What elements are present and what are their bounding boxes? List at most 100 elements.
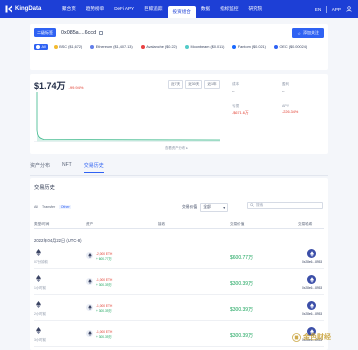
transaction-value: $300.39万 [230,281,254,287]
transaction-hash-link[interactable]: 0x28e6...8953 [302,260,322,264]
apy-label: APY [282,104,290,108]
ethereum-icon [36,327,41,334]
apy-value: -226.34% [282,110,299,114]
search-icon [250,203,254,208]
type-filter[interactable]: All [34,205,38,209]
profit-stat: 盈利 -- [282,82,289,93]
asset-eth-icon [86,330,93,337]
tab[interactable]: NFT [62,162,72,173]
amount-in: + 600.77万 [96,257,112,261]
language-switch[interactable]: EN [315,7,321,12]
chain-filter[interactable]: OEC ($0.00024) [272,44,309,50]
chain-label: Ethereum ($1,407.13) [95,45,133,49]
nav-divider [326,5,327,13]
header-type-time: 类型/时间 [34,222,50,226]
chain-filter[interactable]: Moonbeam ($0.011) [183,44,226,50]
profit-value: -- [282,89,285,93]
cost-value: -- [232,89,235,93]
address-card: 二级标签 0x085a....6ccd ☆ 添加关注 All BSC ($1,67… [30,24,328,70]
transaction-hash-link[interactable]: 0x28e6...8953 [302,286,322,290]
chain-icon [53,45,58,49]
copy-icon[interactable] [99,30,104,35]
transaction-hash-link[interactable]: 0x28e6...8953 [302,312,322,316]
amount-in: + 300.39万 [96,283,112,287]
range-button[interactable]: 近1年 [204,80,220,89]
value-select-text: 全部 [203,205,211,209]
logo-text: KingData [15,6,42,12]
chain-icon [140,45,145,49]
row-time: 1小时前 [34,286,47,290]
chart-area [37,92,220,142]
chain-label: OEC ($0.00024) [279,45,308,49]
chain-filter[interactable]: Avalanche ($0.22) [139,44,179,50]
loss-label: 亏损 [232,104,240,108]
nav-menu: 聚合页 趋势榜单 DeFi APY 巨鲸追踪 投资组合 数据 指标监控 研究院 [57,0,267,18]
table-row[interactable]: 2小时前 -1,000 ETH + 300.39万 $300.39万 0x28e6...… [34,298,324,320]
table-row[interactable]: 07分钟前 -2,000 ETH + 600.77万 $600.77万 0x28e6..… [34,246,324,268]
loss-stat: 亏损 -$671.6万 [232,104,249,116]
tabs-divider [30,175,328,176]
table-row[interactable]: 3小时前 -1,000 ETH + 300.39万 $300.39万 0x28e6...… [34,324,324,346]
chain-filter[interactable]: BSC ($1,672) [52,44,85,50]
row-divider [34,345,324,346]
cost-label: 成本 [232,82,240,86]
nav-item[interactable]: 巨鲸追踪 [139,0,167,18]
asset-eth-icon [86,304,93,311]
type-filter[interactable]: Transfer [42,205,55,209]
range-button[interactable]: 近7天 [168,80,184,89]
asset-eth-icon [86,278,93,285]
header-value: 交易价值 [230,222,245,226]
chain-filter[interactable]: Ethereum ($1,407.13) [88,44,134,50]
amount-in: + 300.39万 [96,335,112,339]
type-filter[interactable]: Other [59,205,72,209]
asset-distribution-link[interactable]: 查看资产分布 ▸ [165,145,188,150]
top-nav: KingData 聚合页 趋势榜单 DeFi APY 巨鲸追踪 投资组合 数据 指标监控 研究… [0,0,358,18]
follow-button[interactable]: ☆ 添加关注 [292,28,324,38]
row-divider [34,267,324,268]
chain-icon [232,45,237,49]
chain-filter-list: All BSC ($1,672) Ethereum ($1,407.13) Avala… [34,44,324,50]
section-tabs: 资产分布 NFT 交易历史 [30,162,104,173]
row-time: 2小时前 [34,312,47,316]
chain-label: BSC ($1,672) [59,45,83,49]
nav-item[interactable]: DeFi APY [109,0,139,18]
chain-filter[interactable]: All [34,44,48,50]
row-time: 07分钟前 [34,260,48,264]
nav-item[interactable]: 研究院 [243,0,267,18]
nav-item[interactable]: 数据 [196,0,215,18]
nav-item[interactable]: 聚合页 [57,0,81,18]
nav-item[interactable]: 指标监控 [215,0,243,18]
chain-filter[interactable]: Fantom ($0.021) [230,44,268,50]
app-link[interactable]: APP [332,7,341,12]
asset-eth-icon [86,252,93,259]
value-select[interactable]: 全部 ▾ [200,203,229,212]
header-hash: 交易哈希 [298,222,313,226]
search-input[interactable]: 搜索 [247,202,323,209]
chevron-down-icon: ▾ [223,206,226,210]
ethereum-icon [36,275,41,282]
row-divider [34,319,324,320]
nav-right: EN APP [315,0,352,18]
range-button[interactable]: 近30天 [185,80,203,89]
ethereum-icon [36,249,41,256]
header-receive: 接收 [158,222,166,226]
nav-item[interactable]: 趋势榜单 [81,0,109,18]
row-divider [34,293,324,294]
tab[interactable]: 交易历史 [83,162,104,173]
date-group-label: 2022年04月22日 (UTC-8) [34,238,82,243]
transaction-value: $300.39万 [230,333,254,339]
chain-icon [184,45,189,49]
chart-line [36,92,220,141]
tab[interactable]: 资产分布 [30,162,50,173]
address-tag[interactable]: 二级标签 [34,28,56,37]
transaction-history-card: 交易历史 All Transfer Other 交易价值 全部 ▾ 搜索 类型/时间… [30,178,328,350]
user-icon[interactable] [346,5,352,13]
amount-in: + 300.39万 [96,309,112,313]
cost-stat: 成本 -- [232,82,239,93]
portfolio-value-card: $1.74万 -99.94% 近7天 近30天 近1年 查看资产分布 ▸ 成本 --… [30,74,328,154]
nav-item[interactable]: 投资组合 [167,6,196,18]
logo[interactable]: KingData [5,5,47,13]
chain-icon [90,45,95,49]
address-row: 二级标签 0x085a....6ccd [34,28,104,37]
table-row[interactable]: 1小时前 -1,000 ETH + 300.39万 $300.39万 0x28e6...… [34,272,324,294]
